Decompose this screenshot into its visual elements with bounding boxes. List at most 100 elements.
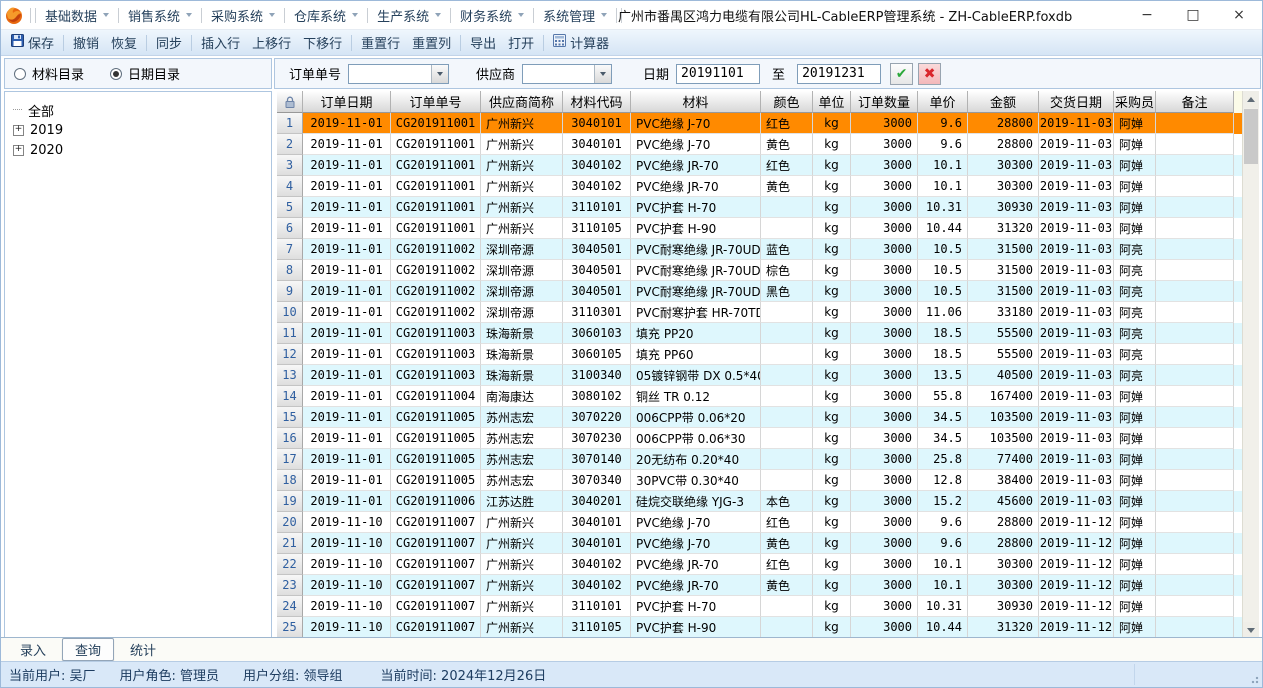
cell-amount[interactable]: 77400 [968,449,1039,470]
cell-unit-price[interactable]: 10.5 [918,281,968,302]
cell-unit[interactable]: kg [813,407,851,428]
cell-color[interactable]: 黄色 [761,533,813,554]
row-number-cell[interactable]: 1 [277,113,303,134]
cell-quantity[interactable]: 3000 [851,407,918,428]
cell-purchaser[interactable]: 阿婵 [1114,386,1156,407]
order-no-dropdown-button[interactable] [431,65,448,83]
cell-color[interactable] [761,218,813,239]
cell-amount[interactable]: 31500 [968,281,1039,302]
cell-purchaser[interactable]: 阿亮 [1114,302,1156,323]
cell-material-code[interactable]: 3080102 [563,386,631,407]
cell-quantity[interactable]: 3000 [851,386,918,407]
cell-unit-price[interactable]: 18.5 [918,344,968,365]
cell-purchaser[interactable]: 阿亮 [1114,323,1156,344]
cell-quantity[interactable]: 3000 [851,533,918,554]
cell-color[interactable]: 黄色 [761,134,813,155]
cell-quantity[interactable]: 3000 [851,281,918,302]
column-header-supplier[interactable]: 供应商简称 [481,91,563,113]
cell-quantity[interactable]: 3000 [851,449,918,470]
cell-delivery-date[interactable]: 2019-11-12 [1039,512,1114,533]
cell-delivery-date[interactable]: 2019-11-03 [1039,323,1114,344]
menu-item-1[interactable]: 基础数据 [38,1,116,29]
tab-查询[interactable]: 查询 [62,638,114,661]
cell-color[interactable] [761,386,813,407]
close-button[interactable]: × [1216,1,1262,29]
table-row[interactable]: 252019-11-10CG201911007广州新兴3110105PVC护套 … [277,617,1259,638]
cell-order-date[interactable]: 2019-11-01 [303,197,391,218]
table-row[interactable]: 242019-11-10CG201911007广州新兴3110101PVC护套 … [277,596,1259,617]
cell-supplier[interactable]: 广州新兴 [481,617,563,638]
menu-item-4[interactable]: 仓库系统 [287,1,365,29]
cell-remark[interactable] [1156,575,1234,596]
cell-order-no[interactable]: CG201911005 [391,407,481,428]
cell-order-date[interactable]: 2019-11-01 [303,407,391,428]
cell-order-date[interactable]: 2019-11-01 [303,428,391,449]
cell-supplier[interactable]: 广州新兴 [481,554,563,575]
menu-item-3[interactable]: 采购系统 [204,1,282,29]
cell-amount[interactable]: 103500 [968,407,1039,428]
resize-grip[interactable] [1247,672,1259,684]
table-row[interactable]: 72019-11-01CG201911002深圳帝源3040501PVC耐寒绝缘… [277,239,1259,260]
table-row[interactable]: 172019-11-01CG201911005苏州志宏307014020无纺布 … [277,449,1259,470]
column-header-amount[interactable]: 金额 [968,91,1039,113]
cell-material-code[interactable]: 3110105 [563,218,631,239]
cell-purchaser[interactable]: 阿婵 [1114,134,1156,155]
row-number-cell[interactable]: 15 [277,407,303,428]
cell-quantity[interactable]: 3000 [851,365,918,386]
cell-order-no[interactable]: CG201911003 [391,365,481,386]
cell-color[interactable]: 本色 [761,491,813,512]
row-number-cell[interactable]: 25 [277,617,303,638]
radio-material-catalog[interactable]: 材料目录 [14,64,84,83]
table-row[interactable]: 22019-11-01CG201911001广州新兴3040101PVC绝缘 J… [277,134,1259,155]
cell-remark[interactable] [1156,260,1234,281]
cell-unit[interactable]: kg [813,596,851,617]
date-from-input[interactable] [676,64,760,84]
cell-material-code[interactable]: 3110301 [563,302,631,323]
cell-unit-price[interactable]: 11.06 [918,302,968,323]
cell-order-no[interactable]: CG201911005 [391,470,481,491]
cell-order-no[interactable]: CG201911002 [391,281,481,302]
cell-unit-price[interactable]: 15.2 [918,491,968,512]
cell-unit[interactable]: kg [813,617,851,638]
row-number-cell[interactable]: 23 [277,575,303,596]
table-row[interactable]: 222019-11-10CG201911007广州新兴3040102PVC绝缘 … [277,554,1259,575]
cell-material[interactable]: PVC绝缘 JR-70 [631,155,761,176]
cell-unit[interactable]: kg [813,449,851,470]
cell-color[interactable]: 棕色 [761,260,813,281]
cell-order-no[interactable]: CG201911007 [391,533,481,554]
cell-supplier[interactable]: 广州新兴 [481,218,563,239]
radio-date-catalog[interactable]: 日期目录 [110,64,180,83]
cell-purchaser[interactable]: 阿婵 [1114,491,1156,512]
cell-unit-price[interactable]: 10.5 [918,239,968,260]
cell-purchaser[interactable]: 阿婵 [1114,449,1156,470]
cell-order-date[interactable]: 2019-11-01 [303,449,391,470]
cell-material[interactable]: PVC耐寒绝缘 JR-70UD [631,260,761,281]
cell-color[interactable] [761,596,813,617]
cell-order-date[interactable]: 2019-11-01 [303,155,391,176]
cell-delivery-date[interactable]: 2019-11-03 [1039,449,1114,470]
cell-remark[interactable] [1156,407,1234,428]
cell-material-code[interactable]: 3110101 [563,197,631,218]
cell-material-code[interactable]: 3040101 [563,113,631,134]
cell-unit-price[interactable]: 10.5 [918,260,968,281]
cell-remark[interactable] [1156,197,1234,218]
cell-material[interactable]: 006CPP带 0.06*30 [631,428,761,449]
cell-order-date[interactable]: 2019-11-01 [303,470,391,491]
cell-delivery-date[interactable]: 2019-11-03 [1039,218,1114,239]
date-to-input[interactable] [797,64,881,84]
cell-order-date[interactable]: 2019-11-01 [303,491,391,512]
cell-order-date[interactable]: 2019-11-01 [303,260,391,281]
row-number-cell[interactable]: 11 [277,323,303,344]
cell-color[interactable]: 红色 [761,554,813,575]
cell-material-code[interactable]: 3060105 [563,344,631,365]
cell-order-date[interactable]: 2019-11-10 [303,554,391,575]
menu-item-2[interactable]: 销售系统 [121,1,199,29]
cell-order-date[interactable]: 2019-11-01 [303,176,391,197]
cell-material[interactable]: PVC绝缘 J-70 [631,113,761,134]
toolbar-button-同步[interactable]: 同步 [150,32,188,54]
cell-quantity[interactable]: 3000 [851,596,918,617]
cell-material[interactable]: PVC绝缘 J-70 [631,512,761,533]
cell-unit-price[interactable]: 10.31 [918,197,968,218]
cell-order-date[interactable]: 2019-11-01 [303,239,391,260]
cell-amount[interactable]: 30300 [968,155,1039,176]
